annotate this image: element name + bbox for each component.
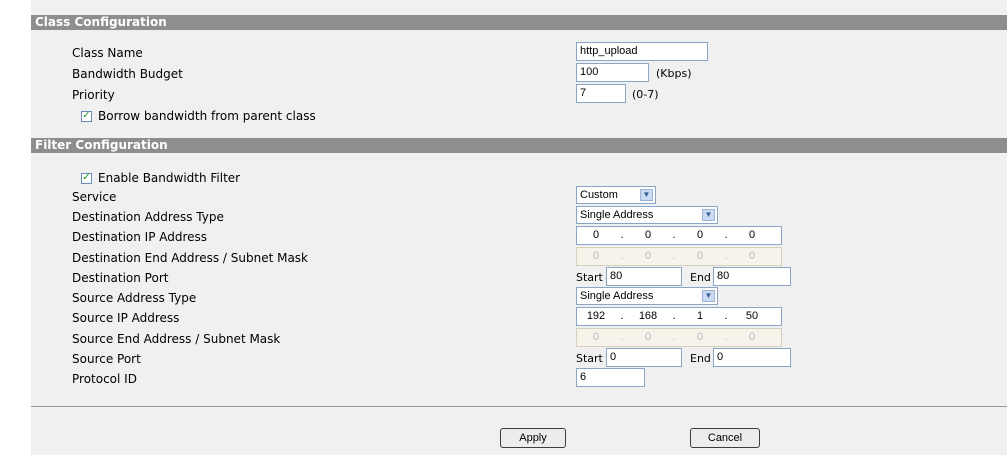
enable-filter-checkbox[interactable]: ✓ — [81, 172, 92, 184]
src-port-end-label: End — [690, 352, 711, 365]
enable-filter-label: Enable Bandwidth Filter — [98, 171, 241, 185]
priority-label: Priority — [72, 88, 115, 102]
enable-filter-row[interactable]: ✓ Enable Bandwidth Filter — [81, 171, 240, 185]
borrow-bandwidth-row[interactable]: ✓ Borrow bandwidth from parent class — [81, 109, 316, 123]
service-select[interactable]: Custom ▼ — [576, 186, 656, 204]
dest-port-end-label: End — [690, 271, 711, 284]
dest-port-start-label: Start — [576, 271, 603, 284]
chevron-down-icon[interactable]: ▼ — [640, 189, 653, 201]
src-end-address-input: 0. 0. 0. 0 — [576, 328, 782, 347]
class-config-header: Class Configuration — [31, 15, 1007, 30]
dest-port-start-input[interactable]: 80 — [606, 267, 682, 286]
dest-end-address-input: 0. 0. 0. 0 — [576, 247, 782, 266]
service-value: Custom — [580, 189, 618, 201]
src-address-type-select[interactable]: Single Address ▼ — [576, 287, 718, 305]
src-end-octet-2: 0 — [644, 331, 652, 343]
service-label: Service — [72, 190, 117, 204]
src-end-octet-3: 0 — [696, 331, 704, 343]
apply-button[interactable]: Apply — [500, 428, 566, 448]
dest-address-type-value: Single Address — [580, 209, 654, 221]
dest-ip-octet-2[interactable]: 0 — [629, 227, 667, 244]
priority-input[interactable]: 7 — [576, 84, 626, 103]
dest-address-type-select[interactable]: Single Address ▼ — [576, 206, 718, 224]
dest-ip-label: Destination IP Address — [72, 230, 208, 244]
src-end-octet-1: 0 — [592, 331, 600, 343]
src-address-type-value: Single Address — [580, 290, 654, 302]
dest-ip-octet-3[interactable]: 0 — [681, 227, 719, 244]
bandwidth-unit: (Kbps) — [656, 67, 692, 80]
src-ip-input[interactable]: 192. 168. 1. 50 — [576, 307, 782, 326]
dest-end-address-label: Destination End Address / Subnet Mask — [72, 251, 309, 265]
bandwidth-budget-input[interactable]: 100 — [576, 63, 649, 82]
priority-range: (0-7) — [632, 88, 659, 101]
src-end-octet-4: 0 — [748, 331, 756, 343]
chevron-down-icon[interactable]: ▼ — [702, 209, 715, 221]
class-name-input[interactable]: http_upload — [576, 42, 708, 61]
class-name-label: Class Name — [72, 46, 143, 60]
chevron-down-icon[interactable]: ▼ — [702, 290, 715, 302]
dest-ip-octet-4[interactable]: 0 — [733, 227, 771, 244]
dest-address-type-label: Destination Address Type — [72, 210, 224, 224]
dest-end-octet-1: 0 — [592, 250, 600, 262]
src-port-start-label: Start — [576, 352, 603, 365]
src-port-end-input[interactable]: 0 — [713, 348, 791, 367]
dest-port-end-input[interactable]: 80 — [713, 267, 791, 286]
src-address-type-label: Source Address Type — [72, 291, 197, 305]
checkmark-icon: ✓ — [82, 172, 91, 183]
dest-end-octet-4: 0 — [748, 250, 756, 262]
protocol-id-input[interactable]: 6 — [576, 368, 645, 387]
dest-end-octet-2: 0 — [644, 250, 652, 262]
src-end-address-label: Source End Address / Subnet Mask — [72, 332, 281, 346]
bandwidth-budget-label: Bandwidth Budget — [72, 67, 183, 81]
src-ip-label: Source IP Address — [72, 311, 180, 325]
cancel-button[interactable]: Cancel — [690, 428, 760, 448]
src-ip-octet-1[interactable]: 192 — [577, 308, 615, 325]
divider — [31, 406, 1007, 407]
checkmark-icon: ✓ — [82, 110, 91, 121]
src-port-label: Source Port — [72, 352, 141, 366]
src-port-start-input[interactable]: 0 — [606, 348, 682, 367]
dest-port-label: Destination Port — [72, 271, 169, 285]
borrow-bandwidth-label: Borrow bandwidth from parent class — [98, 109, 316, 123]
src-ip-octet-2[interactable]: 168 — [629, 308, 667, 325]
src-ip-octet-4[interactable]: 50 — [733, 308, 771, 325]
src-ip-octet-3[interactable]: 1 — [681, 308, 719, 325]
borrow-bandwidth-checkbox[interactable]: ✓ — [81, 110, 92, 122]
dest-ip-input[interactable]: 0. 0. 0. 0 — [576, 226, 782, 245]
filter-config-header: Filter Configuration — [31, 138, 1007, 153]
dest-ip-octet-1[interactable]: 0 — [577, 227, 615, 244]
protocol-id-label: Protocol ID — [72, 372, 137, 386]
dest-end-octet-3: 0 — [696, 250, 704, 262]
